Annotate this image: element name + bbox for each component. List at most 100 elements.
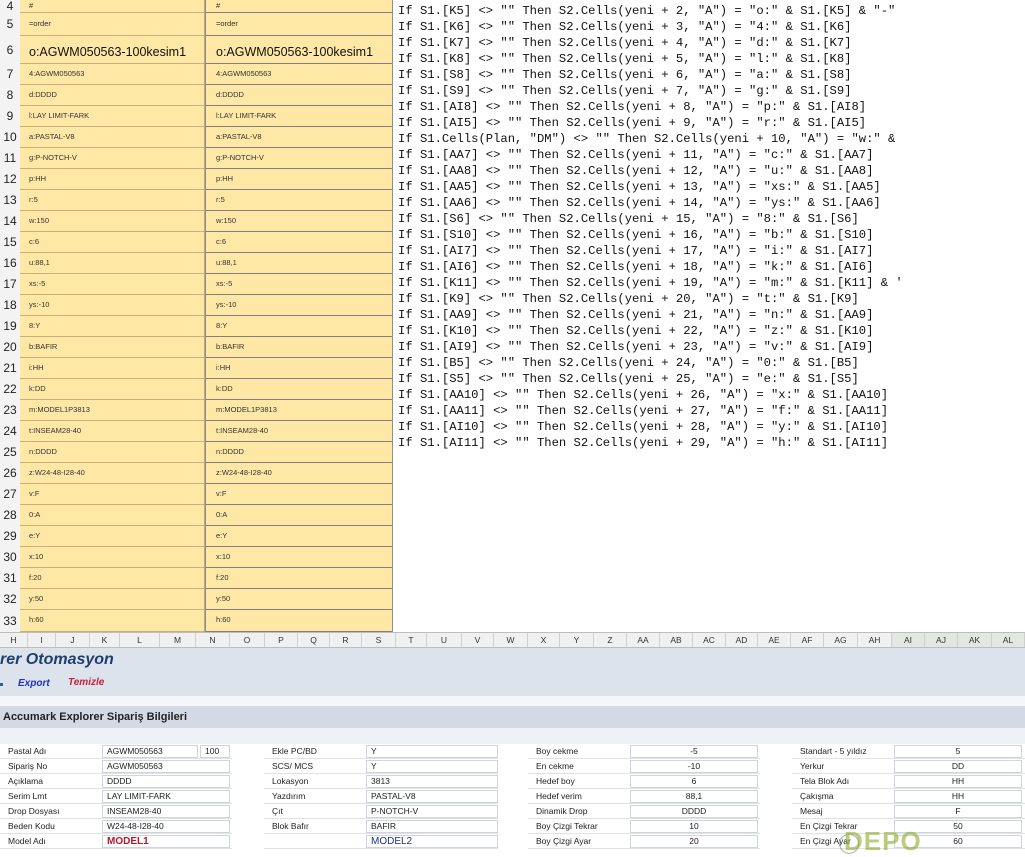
column-header[interactable]: AH: [858, 633, 892, 647]
order-cell[interactable]: k:DD: [206, 379, 392, 400]
row-number[interactable]: 4: [0, 0, 20, 13]
order-cell[interactable]: #: [20, 0, 204, 13]
field-value[interactable]: 20: [630, 835, 758, 848]
field-value[interactable]: MODEL1: [102, 835, 230, 848]
row-number[interactable]: 14: [0, 211, 20, 232]
column-header[interactable]: AJ: [925, 633, 958, 647]
row-number[interactable]: 12: [0, 169, 20, 190]
field-value[interactable]: 5: [894, 745, 1022, 758]
export-button[interactable]: Export: [18, 678, 50, 689]
order-cell[interactable]: 0:A: [20, 505, 204, 526]
column-header[interactable]: J: [56, 633, 90, 647]
field-value[interactable]: Y: [366, 760, 498, 773]
field-value[interactable]: 10: [630, 820, 758, 833]
field-value[interactable]: Y: [366, 745, 498, 758]
row-number[interactable]: 11: [0, 148, 20, 169]
column-header[interactable]: AE: [758, 633, 791, 647]
order-cell[interactable]: z:W24-48-I28-40: [20, 463, 204, 484]
order-cell[interactable]: f:20: [20, 568, 204, 589]
order-cell[interactable]: x:10: [20, 547, 204, 568]
row-number[interactable]: 29: [0, 526, 20, 547]
column-header[interactable]: AL: [992, 633, 1025, 647]
row-number[interactable]: 30: [0, 547, 20, 568]
field-value[interactable]: PASTAL-V8: [366, 790, 498, 803]
row-number[interactable]: 21: [0, 358, 20, 379]
column-header[interactable]: AA: [627, 633, 660, 647]
order-cell[interactable]: =order: [20, 13, 204, 36]
order-cell[interactable]: n:DDDD: [206, 442, 392, 463]
column-header[interactable]: Y: [560, 633, 594, 647]
field-value[interactable]: -5: [630, 745, 758, 758]
order-cell[interactable]: xs:-5: [206, 274, 392, 295]
order-cell[interactable]: w:150: [20, 211, 204, 232]
field-value[interactable]: INSEAM28-40: [102, 805, 230, 818]
row-number[interactable]: 19: [0, 316, 20, 337]
field-value[interactable]: AGWM050563: [102, 745, 198, 758]
order-cell[interactable]: u:88,1: [206, 253, 392, 274]
order-cell[interactable]: e:Y: [20, 526, 204, 547]
column-header[interactable]: W: [494, 633, 528, 647]
column-header[interactable]: T: [396, 633, 427, 647]
field-value[interactable]: P-NOTCH-V: [366, 805, 498, 818]
order-cell[interactable]: #: [206, 0, 392, 13]
field-value[interactable]: LAY LIMIT-FARK: [102, 790, 230, 803]
order-cell[interactable]: r:5: [20, 190, 204, 211]
order-cell[interactable]: v:F: [206, 484, 392, 505]
order-cell[interactable]: p:HH: [206, 169, 392, 190]
row-number[interactable]: 17: [0, 274, 20, 295]
order-cell[interactable]: h:60: [20, 610, 204, 632]
order-cell[interactable]: g:P-NOTCH-V: [206, 148, 392, 169]
row-number[interactable]: 31: [0, 568, 20, 589]
order-cell[interactable]: n:DDDD: [20, 442, 204, 463]
order-cell[interactable]: l:LAY LIMIT-FARK: [206, 106, 392, 127]
order-cell[interactable]: u:88,1: [20, 253, 204, 274]
order-cell[interactable]: v:F: [20, 484, 204, 505]
order-cell[interactable]: d:DDDD: [206, 85, 392, 106]
order-cell[interactable]: y:50: [206, 589, 392, 610]
order-cell[interactable]: 8:Y: [20, 316, 204, 337]
order-cell[interactable]: b:BAFIR: [20, 337, 204, 358]
row-number[interactable]: 5: [0, 13, 20, 36]
row-number[interactable]: 23: [0, 400, 20, 421]
order-cell[interactable]: m:MODEL1P3813: [206, 400, 392, 421]
column-header[interactable]: Z: [594, 633, 627, 647]
order-cell[interactable]: xs:-5: [20, 274, 204, 295]
column-header[interactable]: O: [230, 633, 265, 647]
row-number[interactable]: 6: [0, 36, 20, 64]
column-header[interactable]: AD: [726, 633, 758, 647]
row-number[interactable]: 22: [0, 379, 20, 400]
column-header[interactable]: AI: [892, 633, 925, 647]
row-number[interactable]: 32: [0, 589, 20, 610]
field-value[interactable]: 6: [630, 775, 758, 788]
order-cell[interactable]: 8:Y: [206, 316, 392, 337]
order-cell[interactable]: e:Y: [206, 526, 392, 547]
field-value[interactable]: DDDD: [630, 805, 758, 818]
order-cell[interactable]: ys:-10: [20, 295, 204, 316]
order-cell[interactable]: 4:AGWM050563: [206, 64, 392, 85]
column-header[interactable]: N: [196, 633, 230, 647]
row-number[interactable]: 10: [0, 127, 20, 148]
order-cell[interactable]: t:INSEAM28-40: [20, 421, 204, 442]
row-number[interactable]: 27: [0, 484, 20, 505]
row-number[interactable]: 33: [0, 610, 20, 632]
order-cell[interactable]: t:INSEAM28-40: [206, 421, 392, 442]
row-number[interactable]: 16: [0, 253, 20, 274]
order-cell[interactable]: c:6: [206, 232, 392, 253]
field-value[interactable]: MODEL2: [366, 835, 498, 848]
column-header[interactable]: U: [427, 633, 462, 647]
row-number[interactable]: 25: [0, 442, 20, 463]
row-number[interactable]: 24: [0, 421, 20, 442]
order-cell[interactable]: i:HH: [206, 358, 392, 379]
order-cell[interactable]: 4:AGWM050563: [20, 64, 204, 85]
column-header[interactable]: M: [160, 633, 196, 647]
order-cell[interactable]: a:PASTAL-V8: [206, 127, 392, 148]
field-value[interactable]: HH: [894, 790, 1022, 803]
column-header[interactable]: I: [28, 633, 56, 647]
order-cell[interactable]: 0:A: [206, 505, 392, 526]
column-header[interactable]: Q: [298, 633, 330, 647]
row-number[interactable]: 26: [0, 463, 20, 484]
order-cell[interactable]: i:HH: [20, 358, 204, 379]
column-header[interactable]: AG: [824, 633, 858, 647]
column-header[interactable]: L: [120, 633, 160, 647]
field-value[interactable]: W24-48-I28-40: [102, 820, 230, 833]
